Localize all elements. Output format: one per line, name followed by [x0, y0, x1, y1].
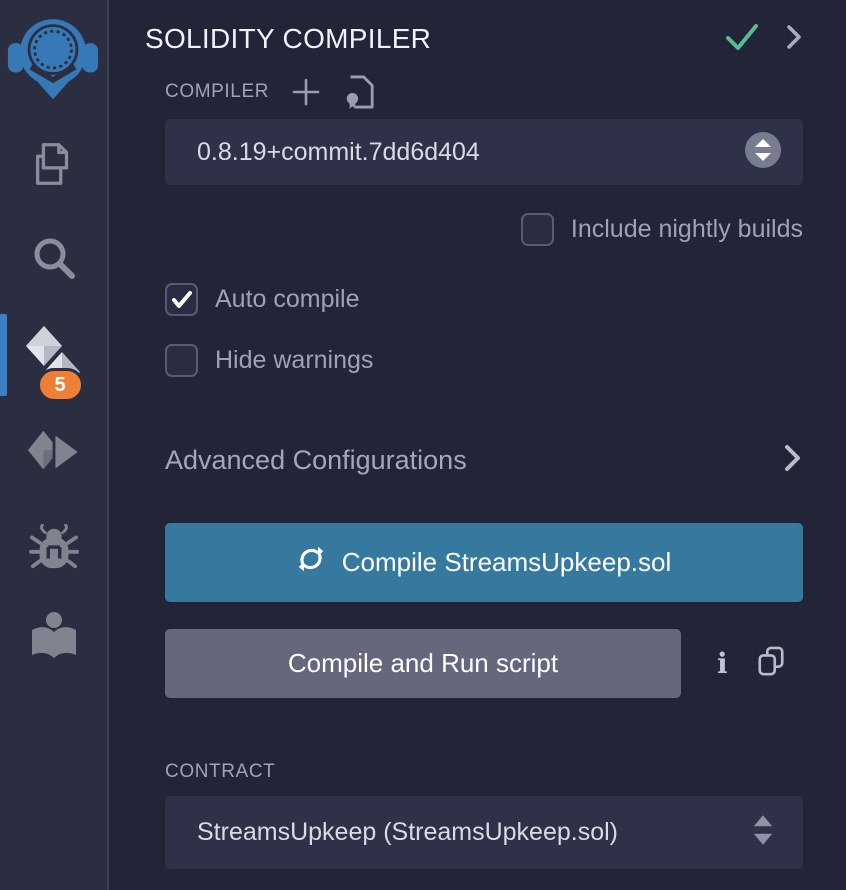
search-icon	[30, 234, 78, 287]
add-custom-compiler-button[interactable]	[291, 77, 321, 107]
auto-compile-label[interactable]: Auto compile	[215, 285, 360, 314]
sidebar-item-solidity-compiler[interactable]: 5	[0, 324, 107, 396]
copy-icon[interactable]	[756, 645, 786, 682]
compile-and-run-label: Compile and Run script	[288, 648, 558, 679]
sidebar-item-learneth[interactable]	[0, 610, 107, 666]
select-updown-icon	[745, 132, 781, 173]
file-explorer-icon	[29, 139, 79, 194]
contract-select-value: StreamsUpkeep (StreamsUpkeep.sol)	[197, 818, 751, 847]
sidebar-item-file-explorer[interactable]	[0, 140, 107, 192]
compiler-badge: 5	[37, 368, 84, 402]
advanced-configurations-label: Advanced Configurations	[165, 445, 783, 476]
include-nightly-checkbox[interactable]	[521, 213, 554, 246]
compiler-config-file-icon[interactable]	[343, 74, 375, 110]
solidity-compiler-panel: SOLIDITY COMPILER COMPILER	[109, 0, 846, 890]
compile-button[interactable]: Compile StreamsUpkeep.sol	[165, 523, 803, 602]
advanced-configurations-toggle[interactable]: Advanced Configurations	[165, 441, 803, 479]
compiler-section-label: COMPILER	[165, 81, 269, 103]
compiler-version-select[interactable]: 0.8.19+commit.7dd6d404	[165, 119, 803, 185]
bug-icon	[29, 524, 79, 577]
select-arrows-icon	[751, 813, 775, 852]
hide-warnings-checkbox[interactable]	[165, 344, 198, 377]
sidebar-item-search[interactable]	[0, 234, 107, 286]
include-nightly-label[interactable]: Include nightly builds	[571, 215, 803, 244]
page-title: SOLIDITY COMPILER	[145, 23, 725, 55]
hide-warnings-label[interactable]: Hide warnings	[215, 346, 373, 375]
contract-section-label: CONTRACT	[165, 761, 275, 783]
panel-collapse-chevron-icon[interactable]	[785, 23, 803, 56]
compile-button-label: Compile StreamsUpkeep.sol	[342, 547, 671, 578]
remix-logo[interactable]	[7, 8, 99, 104]
deploy-run-icon	[27, 428, 81, 481]
learn-book-icon	[28, 611, 80, 666]
compiler-version-value: 0.8.19+commit.7dd6d404	[197, 138, 745, 167]
sidebar-item-deploy-run[interactable]	[0, 428, 107, 480]
contract-select[interactable]: StreamsUpkeep (StreamsUpkeep.sol)	[165, 796, 803, 869]
panel-header: SOLIDITY COMPILER	[145, 20, 803, 58]
sync-icon	[297, 545, 325, 580]
chevron-right-icon	[783, 442, 803, 479]
info-icon[interactable]: i	[717, 650, 728, 678]
compile-and-run-button[interactable]: Compile and Run script	[165, 629, 681, 698]
compile-success-check-icon	[725, 22, 759, 57]
sidebar-item-debugger[interactable]	[0, 524, 107, 576]
icon-panel: 5	[0, 0, 109, 890]
auto-compile-checkbox[interactable]	[165, 283, 198, 316]
